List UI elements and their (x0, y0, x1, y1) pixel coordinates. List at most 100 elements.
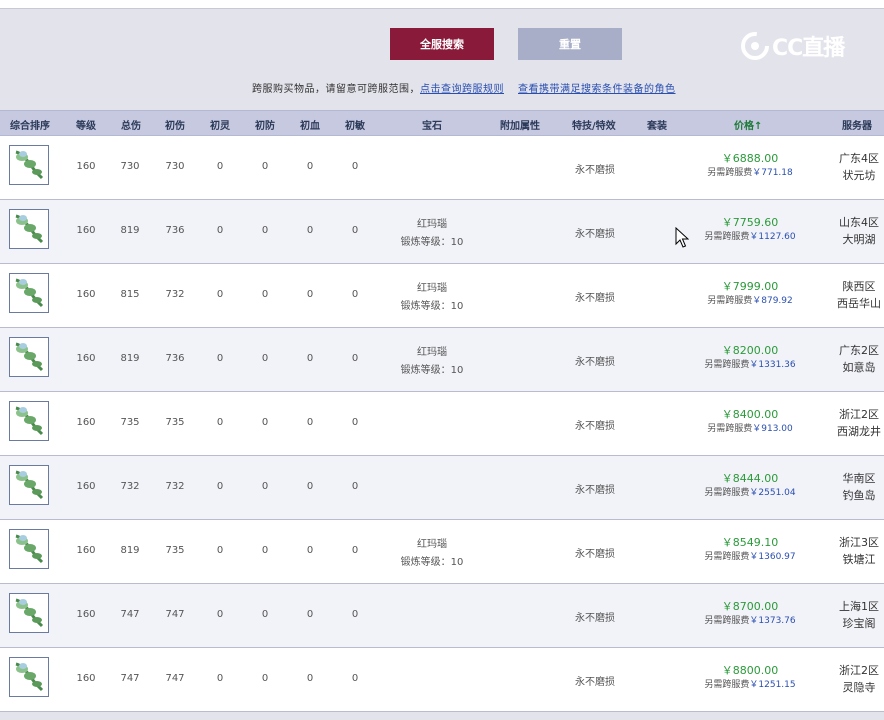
fee-label: 另需跨服费 (704, 232, 750, 242)
gem-level: 锻炼等级：10 (400, 237, 464, 248)
initial-damage-cell: 735 (165, 417, 185, 428)
matching-characters-link[interactable]: 查看携带满足搜索条件装备的角色 (518, 84, 676, 95)
item-thumbnail[interactable] (9, 529, 49, 569)
cross-server-rules-link[interactable]: 点击查询跨服规则 (420, 84, 504, 95)
price-cell: ￥8400.00 另需跨服费￥913.00 (707, 407, 793, 437)
level-cell: 160 (76, 289, 96, 300)
total-damage-cell: 819 (120, 545, 140, 556)
initial-spirit-cell: 0 (216, 417, 224, 428)
server-cell: 华南区 钓鱼岛 (843, 470, 876, 504)
initial-damage-cell: 735 (165, 545, 185, 556)
level-cell: 160 (76, 225, 96, 236)
table-row[interactable]: 160 815 732 0 0 0 0 红玛瑙 锻炼等级：10 永不磨损 ￥799… (0, 264, 884, 328)
table-row[interactable]: 160 819 735 0 0 0 0 红玛瑙 锻炼等级：10 永不磨损 ￥854… (0, 520, 884, 584)
special-effect-cell: 永不磨损 (575, 421, 615, 432)
table-row[interactable]: 160 730 730 0 0 0 0 永不磨损 ￥6888.00 另需跨服费￥7… (0, 136, 884, 200)
gem-name: 红玛瑙 (416, 347, 447, 358)
item-thumbnail[interactable] (9, 593, 49, 633)
fee-label: 另需跨服费 (704, 552, 750, 562)
initial-agility-cell: 0 (351, 609, 359, 620)
total-damage-cell: 735 (120, 417, 140, 428)
initial-damage-cell: 730 (165, 161, 185, 172)
initial-spirit-cell: 0 (216, 225, 224, 236)
total-damage-cell: 730 (120, 161, 140, 172)
level-cell: 160 (76, 353, 96, 364)
price-cell: ￥7759.60 另需跨服费￥1127.60 (704, 215, 795, 245)
item-thumbnail[interactable] (9, 337, 49, 377)
price-sort-header[interactable]: 价格↑ (734, 117, 762, 132)
table-row[interactable]: 160 747 747 0 0 0 0 永不磨损 ￥8700.00 另需跨服费￥1… (0, 584, 884, 648)
server-region: 广东2区 (839, 344, 879, 357)
item-thumbnail[interactable] (9, 209, 49, 249)
fee-label: 另需跨服费 (704, 488, 750, 498)
initial-defense-cell: 0 (261, 417, 269, 428)
total-damage-cell: 819 (120, 353, 140, 364)
level-header[interactable]: 等级 (76, 117, 96, 132)
gem-cell: 红玛瑙 锻炼等级：10 (401, 280, 464, 316)
price-cell: ￥8700.00 另需跨服费￥1373.76 (704, 599, 795, 629)
item-thumbnail[interactable] (9, 273, 49, 313)
item-thumbnail[interactable] (9, 657, 49, 697)
server-cell: 广东2区 如意岛 (839, 342, 879, 376)
fee-label: 另需跨服费 (707, 296, 753, 306)
server-name: 铁塘江 (842, 553, 876, 566)
initial-hp-cell: 0 (306, 161, 314, 172)
item-thumbnail[interactable] (9, 145, 49, 185)
level-cell: 160 (76, 673, 96, 684)
initial-defense-header[interactable]: 初防 (255, 117, 275, 132)
initial-spirit-header[interactable]: 初灵 (210, 117, 230, 132)
gem-level: 锻炼等级：10 (400, 557, 464, 568)
price-cell: ￥7999.00 另需跨服费￥879.92 (707, 279, 793, 309)
initial-hp-header[interactable]: 初血 (300, 117, 320, 132)
cross-server-notice: 跨服购买物品，请留意可跨服范围，点击查询跨服规则 查看携带满足搜索条件装备的角色 (252, 80, 676, 95)
fee-label: 另需跨服费 (707, 424, 753, 434)
table-row[interactable]: 160 735 735 0 0 0 0 永不磨损 ￥8400.00 另需跨服费￥9… (0, 392, 884, 456)
table-row[interactable]: 160 732 732 0 0 0 0 永不磨损 ￥8444.00 另需跨服费￥2… (0, 456, 884, 520)
initial-hp-cell: 0 (306, 481, 314, 492)
special-effect-cell: 永不磨损 (575, 293, 615, 304)
item-thumbnail[interactable] (9, 401, 49, 441)
initial-agility-cell: 0 (351, 673, 359, 684)
price-value: ￥7759.60 (721, 216, 779, 229)
item-thumbnail[interactable] (9, 465, 49, 505)
table-header: 综合排序 等级 总伤 初伤 初灵 初防 初血 初敏 宝石 附加属性 特技/特效 … (0, 110, 884, 136)
table-row[interactable]: 160 747 747 0 0 0 0 永不磨损 ￥8800.00 另需跨服费￥1… (0, 648, 884, 712)
initial-damage-cell: 747 (165, 673, 185, 684)
table-row[interactable]: 160 819 736 0 0 0 0 红玛瑙 锻炼等级：10 永不磨损 ￥820… (0, 328, 884, 392)
logo-text: CC直播 (772, 36, 845, 61)
table-row[interactable]: 160 819 736 0 0 0 0 红玛瑙 锻炼等级：10 永不磨损 ￥775… (0, 200, 884, 264)
initial-hp-cell: 0 (306, 417, 314, 428)
initial-hp-cell: 0 (306, 353, 314, 364)
server-name: 珍宝阁 (842, 617, 876, 630)
server-cell: 浙江3区 铁塘江 (839, 534, 879, 568)
cross-server-fee: ￥1127.60 (749, 232, 796, 242)
level-cell: 160 (76, 609, 96, 620)
special-effect-cell: 永不磨损 (575, 677, 615, 688)
sort-rank-header[interactable]: 综合排序 (10, 117, 50, 132)
extra-attribute-header: 附加属性 (500, 121, 540, 132)
server-cell: 上海1区 珍宝阁 (839, 598, 879, 632)
initial-defense-cell: 0 (261, 161, 269, 172)
server-cell: 山东4区 大明湖 (839, 214, 879, 248)
special-effect-cell: 永不磨损 (575, 357, 615, 368)
price-value: ￥8800.00 (721, 664, 779, 677)
initial-damage-cell: 747 (165, 609, 185, 620)
reset-button[interactable]: 重置 (518, 28, 622, 60)
server-cell: 浙江2区 灵隐寺 (839, 662, 879, 696)
server-region: 广东4区 (839, 152, 879, 165)
initial-defense-cell: 0 (261, 353, 269, 364)
price-cell: ￥6888.00 另需跨服费￥771.18 (707, 151, 793, 181)
server-search-button[interactable]: 全服搜索 (390, 28, 494, 60)
cc-live-logo-icon (740, 31, 770, 61)
server-name: 西湖龙井 (837, 425, 881, 438)
initial-agility-header[interactable]: 初敏 (345, 117, 365, 132)
total-damage-header[interactable]: 总伤 (121, 117, 141, 132)
server-cell: 浙江2区 西湖龙井 (837, 406, 881, 440)
server-region: 浙江2区 (839, 664, 879, 677)
initial-damage-header[interactable]: 初伤 (165, 117, 185, 132)
server-region: 陕西区 (842, 280, 876, 293)
initial-defense-cell: 0 (261, 609, 269, 620)
fee-label: 另需跨服费 (704, 616, 750, 626)
server-cell: 陕西区 西岳华山 (837, 278, 881, 312)
level-cell: 160 (76, 481, 96, 492)
